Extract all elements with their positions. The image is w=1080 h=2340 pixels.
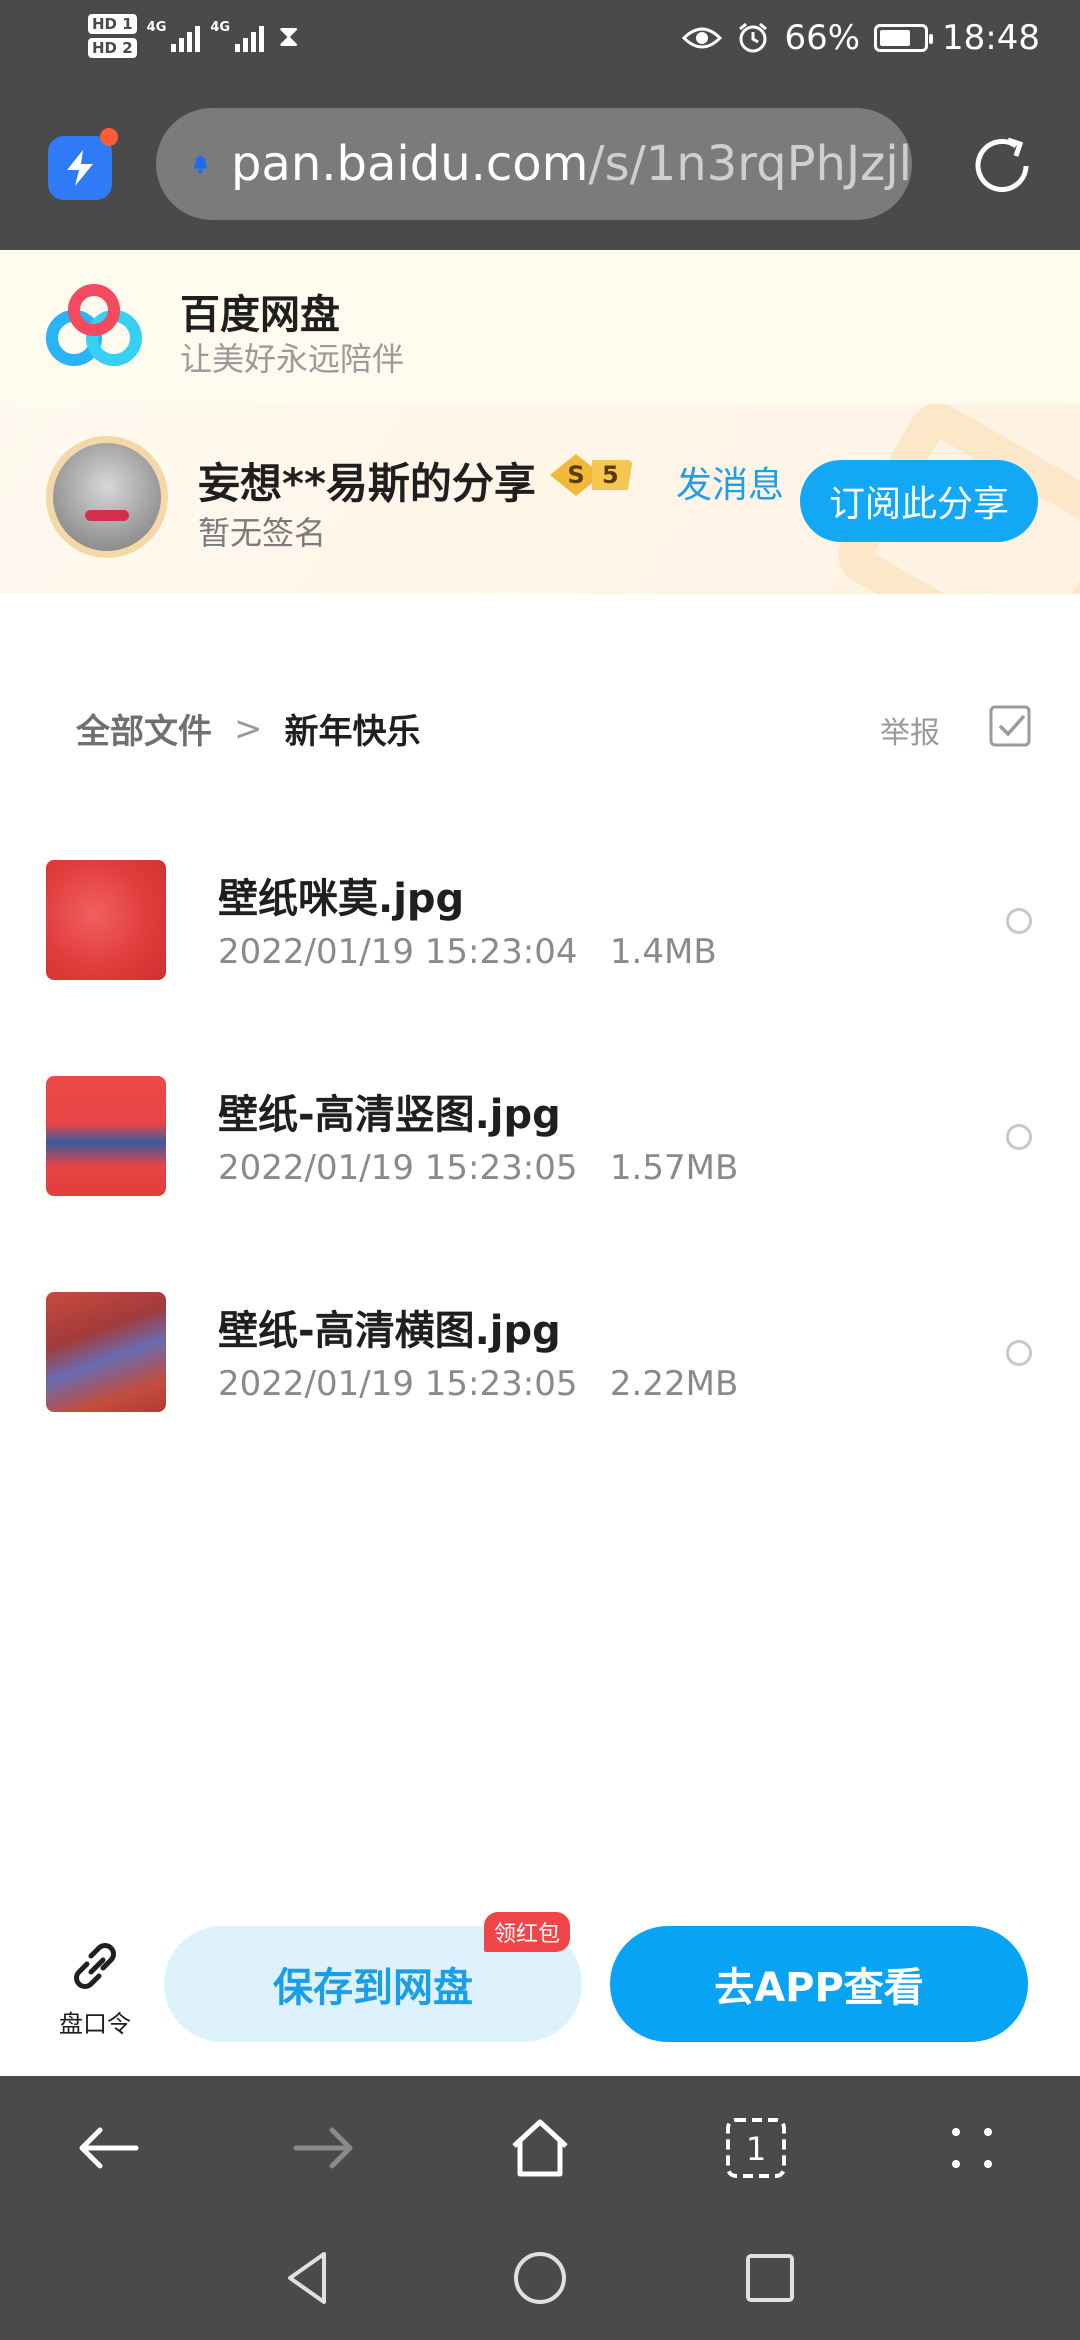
file-row[interactable]: 壁纸-高清竖图.jpg 2022/01/19 15:23:05 1.57MB: [0, 1076, 1080, 1292]
file-thumbnail: [46, 1292, 166, 1412]
hd2-badge: HD 2: [88, 38, 137, 58]
signal-1-icon: 4G: [147, 20, 201, 52]
file-select-radio[interactable]: [1006, 1124, 1032, 1150]
browser-nav: 1: [0, 2076, 1080, 2216]
sharer-signature: 暂无签名: [198, 514, 327, 552]
file-row[interactable]: 壁纸咪莫.jpg 2022/01/19 15:23:04 1.4MB: [0, 860, 1080, 1076]
pan-code-label: 盘口令: [59, 2010, 131, 2038]
sharer-name: 妄想**易斯的分享: [198, 459, 536, 508]
brand-slogan: 让美好永远陪伴: [180, 340, 405, 378]
back-button[interactable]: [68, 2108, 148, 2188]
browser-app-icon[interactable]: [48, 128, 118, 200]
breadcrumb-all-files[interactable]: 全部文件: [76, 704, 212, 753]
notification-dot: [100, 128, 118, 146]
file-name: 壁纸-高清竖图.jpg: [218, 1092, 561, 1138]
system-nav: [0, 2216, 1080, 2340]
file-name: 壁纸咪莫.jpg: [218, 876, 465, 922]
file-name: 壁纸-高清横图.jpg: [218, 1308, 561, 1354]
system-back-icon[interactable]: [280, 2248, 340, 2308]
status-left: HD 1 HD 2 4G 4G ⧗: [88, 14, 299, 58]
alarm-icon: [739, 22, 768, 53]
brand-header: 百度网盘 让美好永远陪伴: [0, 250, 1080, 404]
file-meta: 2022/01/19 15:23:05 2.22MB: [218, 1364, 738, 1404]
breadcrumb: 全部文件 > 新年快乐: [76, 704, 421, 753]
hourglass-icon: ⧗: [278, 18, 300, 54]
avatar[interactable]: [46, 436, 168, 558]
refresh-icon[interactable]: [964, 128, 1040, 204]
clock: 18:48: [942, 18, 1040, 58]
file-select-radio[interactable]: [1006, 908, 1032, 934]
url-host: pan.baidu.com: [230, 136, 589, 192]
tabs-icon: 1: [726, 2118, 786, 2178]
tab-count: 1: [746, 2130, 766, 2168]
file-meta: 2022/01/19 15:23:05 1.57MB: [218, 1148, 738, 1188]
home-button[interactable]: [500, 2108, 580, 2188]
status-bar: HD 1 HD 2 4G 4G ⧗ 66% 18:48: [0, 0, 1080, 84]
url-path: /s/1n3rqPhJzjl: [588, 136, 912, 192]
breadcrumb-current: 新年快乐: [284, 712, 421, 752]
battery-percent: 66%: [784, 18, 861, 58]
file-row[interactable]: 壁纸-高清横图.jpg 2022/01/19 15:23:05 2.22MB: [0, 1292, 1080, 1508]
file-date: 2022/01/19 15:23:05: [218, 1364, 578, 1404]
status-right: 66% 18:48: [682, 18, 1040, 58]
file-meta: 2022/01/19 15:23:04 1.4MB: [218, 932, 717, 972]
select-all-checkbox-icon[interactable]: [988, 704, 1032, 748]
system-recents-icon[interactable]: [740, 2248, 800, 2308]
file-size: 1.57MB: [609, 1148, 739, 1188]
open-in-app-button[interactable]: 去APP查看: [610, 1926, 1028, 2042]
red-packet-badge: 领红包: [484, 1912, 571, 1952]
baidu-netdisk-logo: [46, 284, 142, 366]
brand-name: 百度网盘: [180, 292, 340, 338]
report-link[interactable]: 举报: [880, 708, 940, 752]
file-date: 2022/01/19 15:23:04: [218, 932, 578, 972]
file-browser: 全部文件 > 新年快乐 举报 壁纸咪莫.jpg 2022/01/19 15:23…: [0, 594, 1080, 1924]
lightning-icon: [67, 150, 93, 186]
level-number: 5: [592, 460, 633, 490]
pan-code-button[interactable]: 盘口令: [50, 1938, 140, 2039]
more-dots-icon: [952, 2128, 992, 2168]
file-thumbnail: [46, 1076, 166, 1196]
sharer-card: 妄想**易斯的分享 S 5 发消息 暂无签名 订阅此分享: [0, 404, 1080, 594]
subscribe-button[interactable]: 订阅此分享: [800, 460, 1038, 542]
menu-button[interactable]: [932, 2108, 1012, 2188]
send-message-link[interactable]: 发消息: [676, 456, 784, 508]
battery-icon: [874, 24, 934, 52]
breadcrumb-separator: >: [234, 708, 263, 749]
forward-arrow-icon: [293, 2127, 353, 2169]
action-bar: 盘口令 保存到网盘 领红包 去APP查看: [0, 1912, 1080, 2076]
eye-icon: [682, 27, 723, 49]
forward-button[interactable]: [284, 2108, 364, 2188]
file-thumbnail: [46, 860, 166, 980]
link-icon: [74, 1943, 116, 1989]
signal-2-icon: 4G: [210, 20, 265, 52]
browser-toolbar: pan.baidu.com/s/1n3rqPhJzjl: [0, 84, 1080, 250]
level-badge: S 5: [550, 454, 633, 496]
home-icon: [512, 2119, 568, 2177]
system-home-icon[interactable]: [510, 2248, 570, 2308]
file-date: 2022/01/19 15:23:05: [218, 1148, 578, 1188]
hd1-badge: HD 1: [88, 14, 137, 34]
bell-icon[interactable]: [192, 141, 209, 187]
file-size: 2.22MB: [609, 1364, 739, 1404]
back-arrow-icon: [79, 2127, 139, 2169]
file-select-radio[interactable]: [1006, 1340, 1032, 1366]
file-size: 1.4MB: [609, 932, 717, 972]
url-text: pan.baidu.com/s/1n3rqPhJzjl: [231, 136, 912, 192]
tabs-button[interactable]: 1: [716, 2108, 796, 2188]
address-bar[interactable]: pan.baidu.com/s/1n3rqPhJzjl: [156, 108, 912, 220]
file-list: 壁纸咪莫.jpg 2022/01/19 15:23:04 1.4MB 壁纸-高清…: [0, 860, 1080, 1508]
